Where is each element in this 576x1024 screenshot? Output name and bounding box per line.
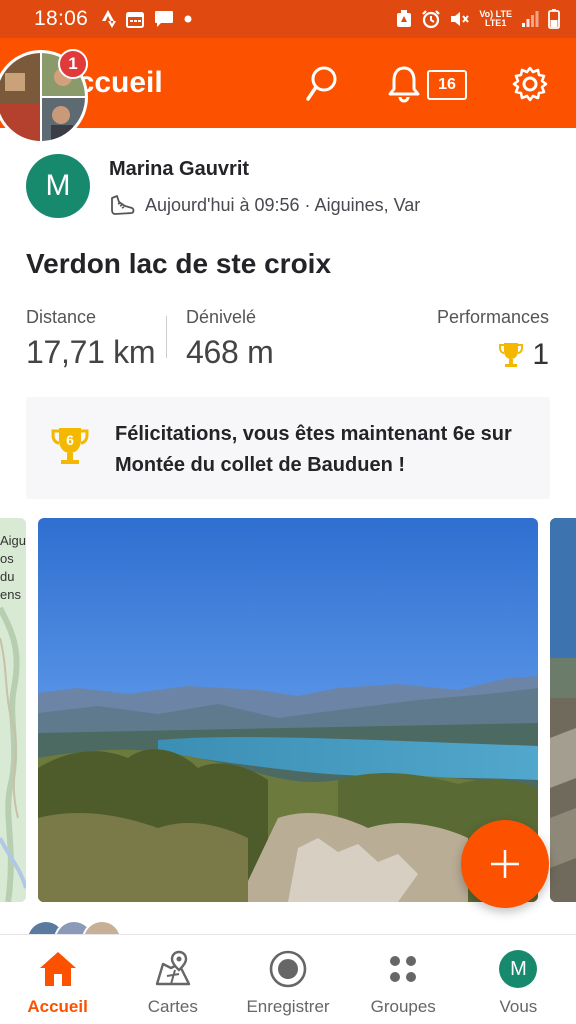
nav-label: Accueil [27, 997, 88, 1016]
nav-label: Vous [499, 997, 538, 1016]
stat-divider [166, 316, 167, 358]
add-activity-button[interactable] [461, 820, 549, 908]
plus-icon [491, 850, 519, 878]
battery-saver-icon [396, 10, 412, 28]
gear-icon [512, 66, 548, 102]
distance-label: Distance [26, 307, 97, 327]
bottom-nav: Accueil Cartes Enregistrer Groupes M Vou… [0, 934, 576, 1024]
elevation-value: 468 m [186, 334, 274, 370]
map-labels: Aigu os du ens [0, 532, 26, 604]
strava-notification-icon [102, 10, 117, 28]
nav-item-maps[interactable]: Cartes [115, 935, 230, 1024]
nav-label: Groupes [370, 997, 436, 1016]
notification-badge: 1 [58, 49, 88, 79]
route-map-thumbnail[interactable]: Aigu os du ens [0, 518, 26, 902]
status-bar: 18:06 Vo) LTE LTE1 [0, 0, 576, 38]
trophy-icon [499, 343, 524, 367]
settings-button[interactable] [508, 62, 552, 106]
athlete-name[interactable]: Marina Gauvrit [109, 158, 249, 181]
map-label: ens [0, 587, 21, 602]
elevation-label: Dénivelé [186, 307, 257, 327]
battery-icon [548, 9, 560, 29]
activity-title[interactable]: Verdon lac de ste croix [26, 248, 331, 280]
inbox-button[interactable]: 16 [427, 70, 467, 100]
nav-label: Cartes [147, 997, 198, 1016]
trophy-rank-icon: 6 [50, 425, 90, 472]
record-icon [266, 947, 310, 991]
elevation-stat: Dénivelé 468 m [186, 307, 274, 371]
nav-item-home[interactable]: Accueil [0, 935, 115, 1024]
message-icon [154, 10, 174, 28]
bell-icon [388, 66, 420, 103]
app-header: Accueil [0, 38, 576, 128]
mute-icon [450, 10, 470, 28]
search-icon [306, 66, 337, 101]
athlete-avatar[interactable]: M [26, 154, 90, 218]
dot-icon [184, 15, 192, 23]
distance-stat: Distance 17,71 km [26, 307, 156, 371]
map-label: os du [0, 551, 15, 584]
achievement-banner[interactable]: 6 Félicitations, vous êtes maintenant 6e… [26, 397, 550, 499]
activity-photo[interactable] [38, 518, 538, 902]
profile-initial: M [499, 950, 538, 988]
activity-date-location: Aujourd'hui à 09:56 · Aiguines, Var [145, 194, 421, 215]
performances-value: 1 [532, 338, 549, 371]
map-label: Aigu [0, 533, 26, 548]
nav-item-record[interactable]: Enregistrer [230, 935, 345, 1024]
shoe-icon [111, 195, 135, 215]
alarm-icon [421, 9, 441, 29]
status-right-icons: Vo) LTE LTE1 [396, 9, 560, 29]
profile-avatar: M [496, 947, 540, 991]
achievement-text: Félicitations, vous êtes maintenant 6e s… [115, 423, 512, 476]
calendar-icon [126, 10, 145, 28]
inbox-count: 16 [438, 76, 456, 93]
lte-indicator: Vo) LTE LTE1 [479, 9, 512, 28]
notifications-button[interactable] [382, 62, 426, 106]
map-icon [151, 947, 195, 991]
status-left-icons [102, 10, 192, 28]
activity-meta: Aujourd'hui à 09:56 · Aiguines, Var [109, 194, 420, 216]
signal-icon [521, 10, 539, 28]
achievement-rank: 6 [66, 432, 74, 448]
nav-label: Enregistrer [246, 997, 330, 1016]
next-photo-thumbnail[interactable] [550, 518, 576, 902]
distance-value: 17,71 km [26, 334, 156, 370]
performances-value-row: 1 [437, 338, 549, 372]
performances-label: Performances [436, 307, 549, 327]
search-button[interactable] [300, 62, 344, 106]
nav-item-you[interactable]: M Vous [461, 935, 576, 1024]
groups-icon [381, 947, 425, 991]
performances-stat: Performances 1 [437, 307, 549, 372]
status-time: 18:06 [34, 7, 89, 30]
home-icon [36, 947, 80, 991]
nav-item-groups[interactable]: Groupes [346, 935, 461, 1024]
